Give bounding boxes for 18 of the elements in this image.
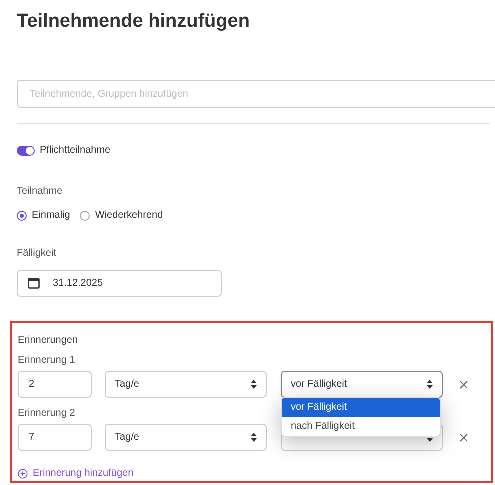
amount-field[interactable]: 7	[18, 424, 92, 451]
toggle-label: Pflichtteilnahme	[40, 144, 111, 158]
amount-field[interactable]: 2	[18, 371, 92, 398]
reminder-label: Erinnerung 1	[18, 354, 76, 368]
participants-field[interactable]: Teilnehmende, Gruppen hinzufügen	[17, 80, 495, 108]
section-label: Fälligkeit	[17, 247, 58, 261]
dropdown-option[interactable]: nach Fälligkeit	[282, 417, 440, 436]
unit-select[interactable]: Tag/e	[105, 424, 267, 451]
date-field[interactable]: 31.12.2025	[17, 270, 222, 297]
radio-label: Wiederkehrend	[95, 209, 164, 223]
radio-label: Einmalig	[32, 209, 70, 223]
section-label: Teilnahme	[17, 185, 64, 199]
section-label: Erinnerungen	[18, 334, 80, 348]
add-reminder-link[interactable]: Erinnerung hinzufügen	[18, 466, 134, 481]
page-title: Teilnehmende hinzufügen	[17, 10, 251, 34]
reminder-label: Erinnerung 2	[18, 407, 76, 421]
dropdown-option[interactable]: vor Fälligkeit	[282, 398, 440, 417]
unit-select[interactable]: Tag/e	[105, 371, 267, 398]
